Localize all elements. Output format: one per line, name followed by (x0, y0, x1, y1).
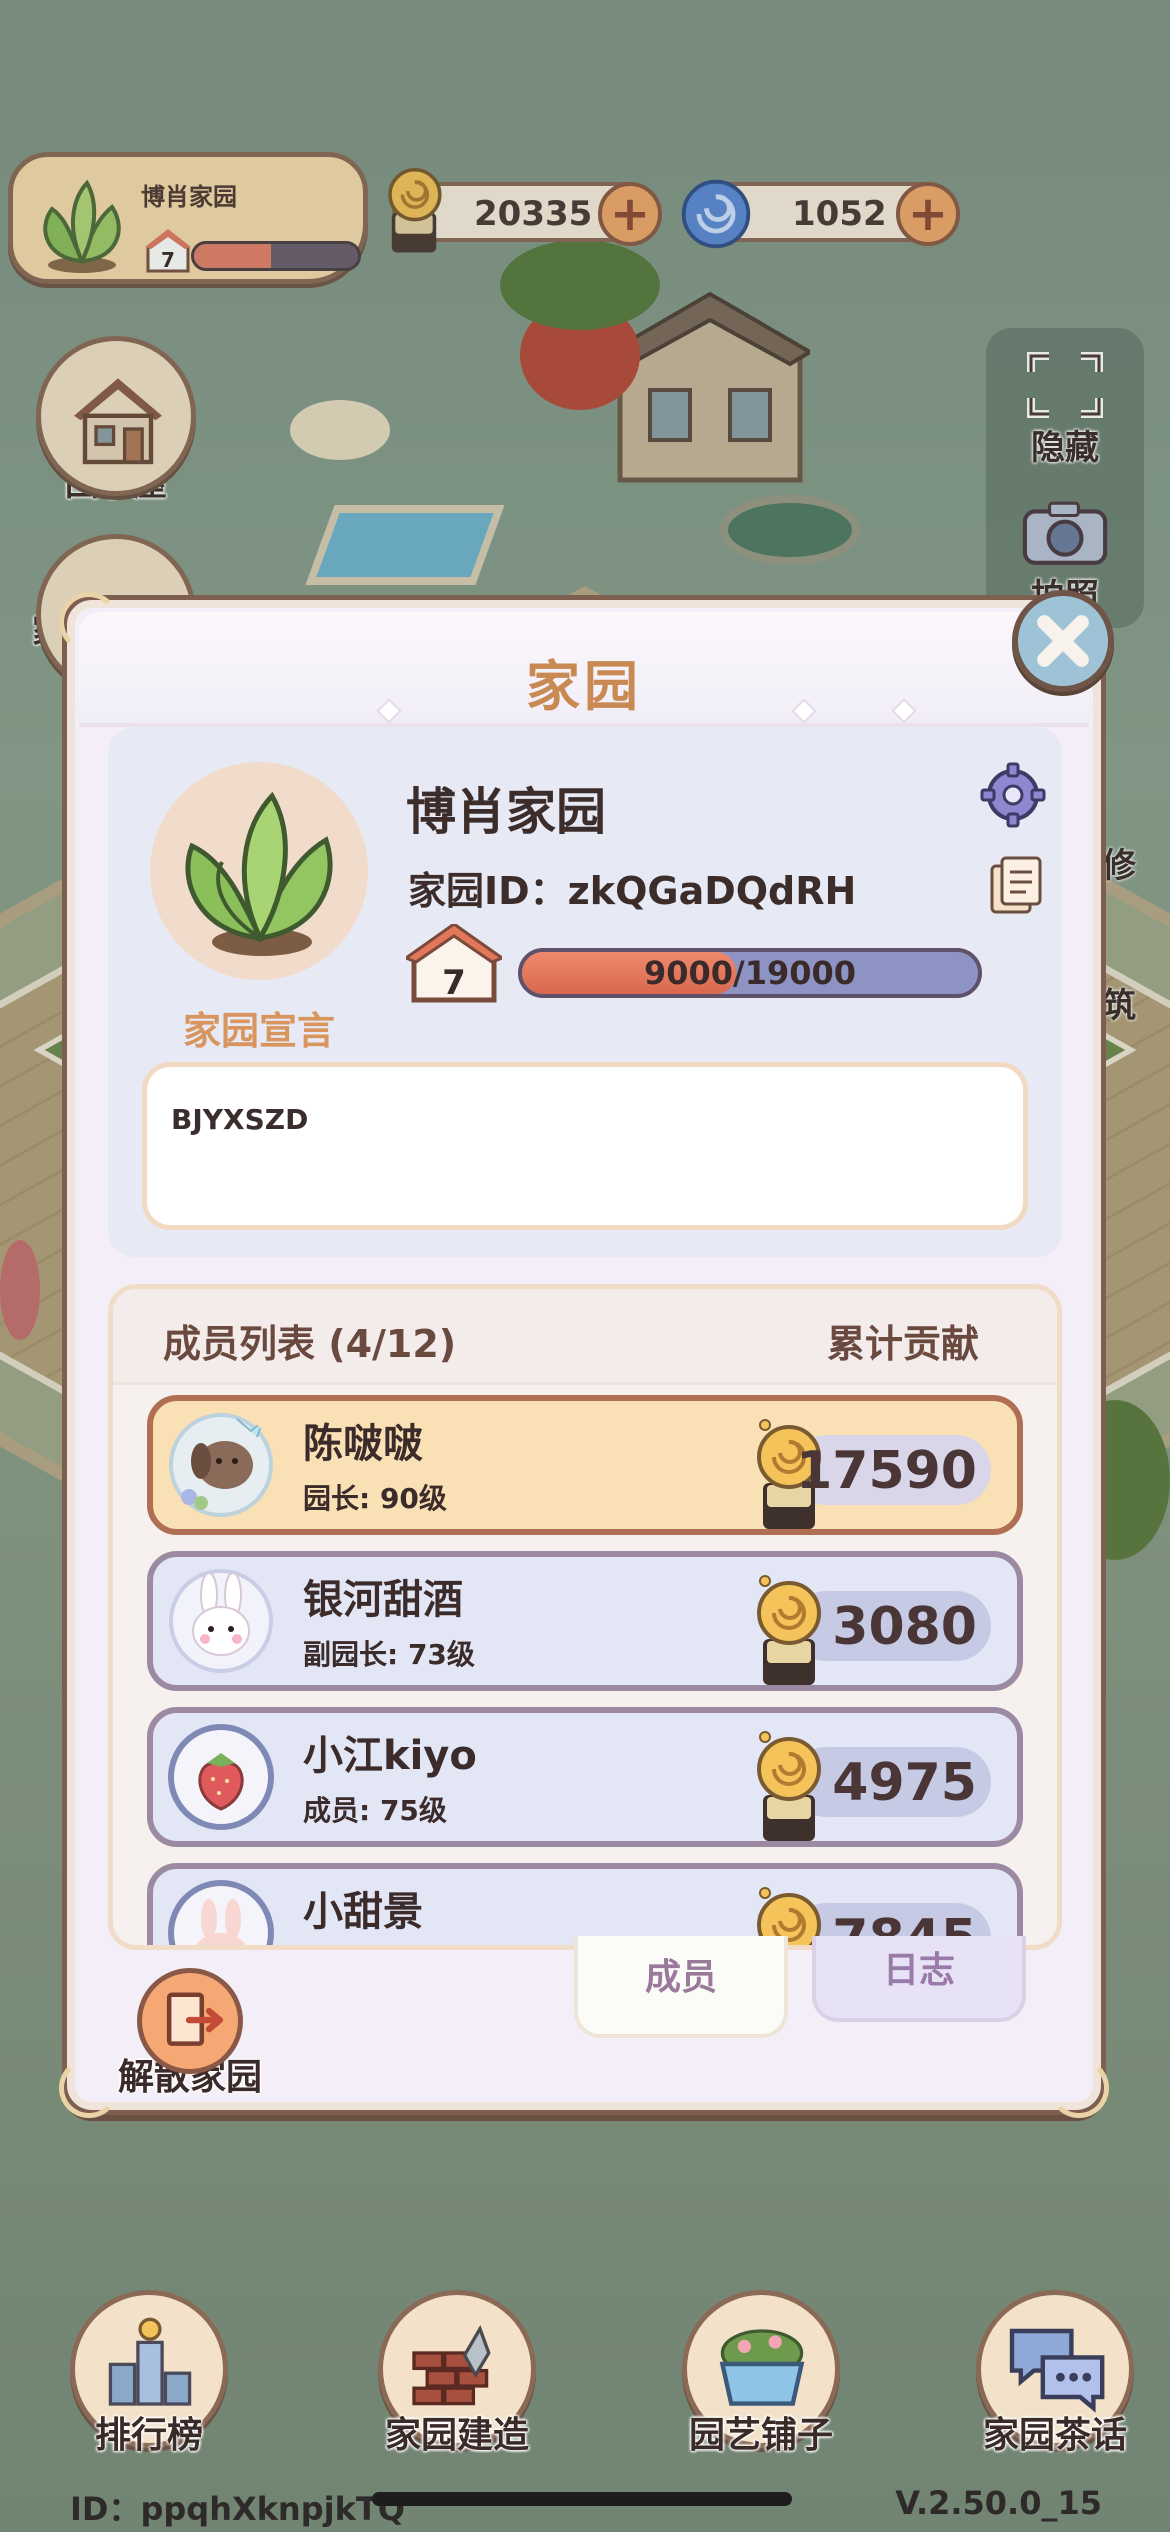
member-avatar-puppy (169, 1413, 273, 1517)
dialog-title: 家园 (526, 655, 642, 718)
member-avatar-strawberry (168, 1724, 274, 1830)
disband-garden-button[interactable]: 解散家园 (100, 1968, 280, 2100)
member-score: 3080 (832, 1597, 977, 1657)
corner-swirl-deco (1049, 2058, 1109, 2118)
member-list-card: 成员列表 (4/12) 累计贡献 陈啵啵 园长: 90级 17590 银河甜酒 … (108, 1284, 1062, 1950)
flower-basket-icon (719, 2329, 805, 2406)
garden-build-label: 家园建造 (384, 2415, 529, 2456)
member-name: 陈啵啵 (303, 1421, 423, 1467)
app-version: V.2.50.0_15 (895, 2484, 1102, 2522)
member-row[interactable]: 银河甜酒 副园长: 73级 3080 (147, 1551, 1023, 1691)
ranking-button[interactable]: 排行榜 (54, 2290, 244, 2458)
member-list-title: 成员列表 (4/12) (163, 1322, 457, 1366)
member-row[interactable]: 陈啵啵 园长: 90级 17590 (147, 1395, 1023, 1535)
manifesto-label: 家园宣言 (182, 1009, 335, 1053)
member-name: 银河甜酒 (303, 1577, 463, 1623)
member-list[interactable]: 陈啵啵 园长: 90级 17590 银河甜酒 副园长: 73级 3080 小江k… (147, 1395, 1023, 1945)
garden-build-button[interactable]: 家园建造 (362, 2290, 552, 2458)
tab-members[interactable]: 成员 (574, 1936, 788, 2038)
gardening-shop-label: 园艺铺子 (688, 2415, 833, 2456)
garden-plant-icon (185, 791, 333, 956)
contribution-header: 累计贡献 (826, 1322, 979, 1366)
snail-trophy-icon (757, 1575, 821, 1685)
garden-level-text: 7 (442, 963, 466, 1003)
tab-log[interactable]: 日志 (812, 1936, 1026, 2022)
member-role: 成员: 75级 (303, 1794, 447, 1827)
garden-name: 博肖家园 (406, 783, 606, 841)
garden-level-house-icon: 7 (406, 924, 502, 1003)
chat-bubbles-icon (1009, 2328, 1105, 2413)
gardening-shop-button[interactable]: 园艺铺子 (666, 2290, 856, 2458)
member-role: 副园长: 73级 (303, 1638, 475, 1671)
manifesto-text: BJYXSZD (171, 1103, 309, 1136)
garden-id: 家园ID：zkQGaDQdRH (408, 869, 857, 913)
manifesto-box[interactable]: BJYXSZD (142, 1062, 1028, 1230)
member-avatar-bunny-pink (168, 1880, 274, 1945)
brick-trowel-icon (412, 2324, 491, 2406)
snail-trophy-icon (757, 1731, 821, 1841)
tea-chat-button[interactable]: 家园茶话 (960, 2290, 1150, 2458)
member-list-header: 成员列表 (4/12) 累计贡献 (113, 1289, 1057, 1385)
close-icon (1037, 615, 1089, 667)
garden-exp-bar: 9000/19000 (518, 948, 982, 998)
garden-exp-text: 9000/19000 (643, 954, 857, 992)
member-row[interactable]: 小江kiyo 成员: 75级 4975 (147, 1707, 1023, 1847)
member-role: 园长: 90级 (303, 1482, 447, 1515)
member-name: 小江kiyo (303, 1733, 477, 1779)
player-id: ID：ppqhXknpjkTQ (70, 2490, 405, 2528)
member-name: 小甜景 (303, 1889, 423, 1935)
member-score: 4975 (832, 1753, 977, 1813)
dialog-header: 家园 (79, 612, 1089, 727)
member-avatar-bunny (169, 1569, 273, 1673)
ranking-label: 排行榜 (94, 2415, 203, 2456)
exit-door-icon (137, 1968, 243, 2074)
settings-gear-icon[interactable] (980, 762, 1046, 828)
tea-chat-label: 家园茶话 (982, 2415, 1127, 2456)
member-row[interactable]: 小甜景 7845 (147, 1863, 1023, 1945)
podium-icon (108, 2317, 192, 2406)
garden-avatar[interactable] (150, 762, 368, 980)
copy-id-icon[interactable] (988, 856, 1044, 916)
member-score: 17590 (796, 1441, 977, 1501)
home-indicator[interactable] (372, 2492, 792, 2506)
close-dialog-button[interactable] (1012, 590, 1114, 692)
corner-swirl-deco (59, 592, 119, 652)
